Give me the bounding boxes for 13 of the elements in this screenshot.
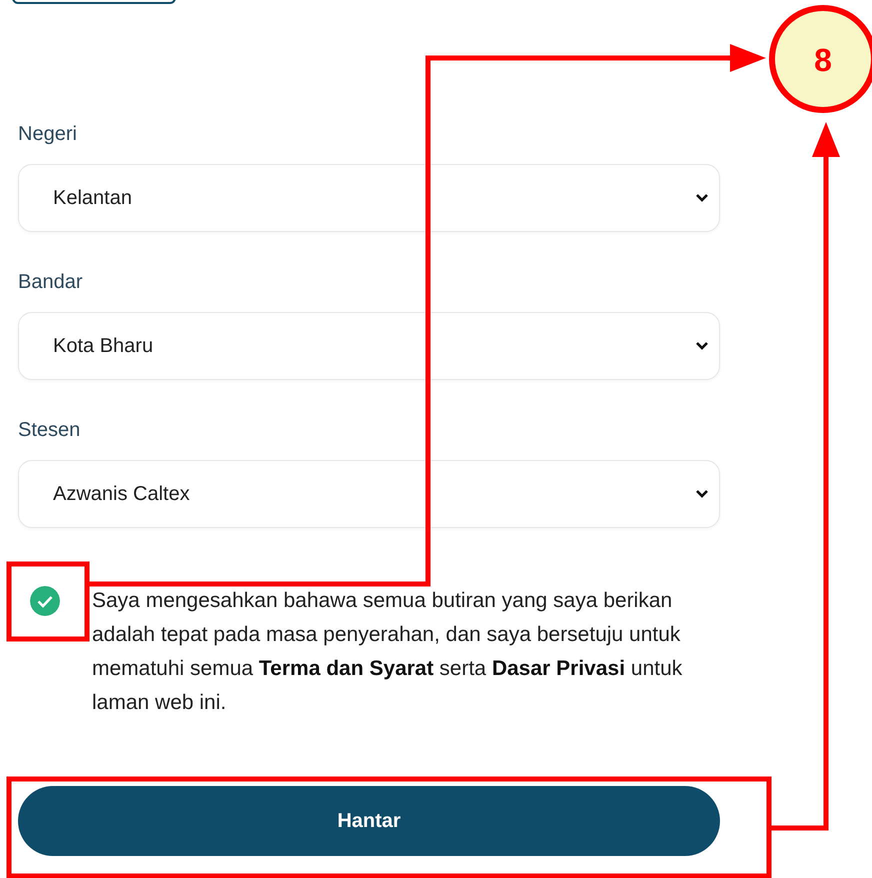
chevron-icon: [695, 193, 709, 203]
chevron-icon: [695, 489, 709, 499]
dropdown[interactable]: Azwanis Caltex: [18, 460, 720, 528]
field-label: Bandar: [18, 270, 82, 295]
chevron-icon: [695, 341, 709, 351]
callout-number: 8: [814, 42, 832, 78]
field-label: Negeri: [18, 122, 77, 147]
dropdown[interactable]: Kota Bharu: [18, 312, 720, 380]
checkbox[interactable]: [30, 586, 60, 616]
field-label: Stesen: [18, 418, 80, 443]
submit-button[interactable]: Hantar: [18, 786, 720, 856]
dropdown[interactable]: Kelantan: [18, 164, 720, 232]
agreement-text: Saya mengesahkan bahawa semua butiran yang saya berikan adalah tepat pada masa penyerahan, dan saya bersetuju untuk mematuhi semua Terma dan Syarat serta Dasar Privasi untuk laman web ini.: [92, 588, 684, 716]
